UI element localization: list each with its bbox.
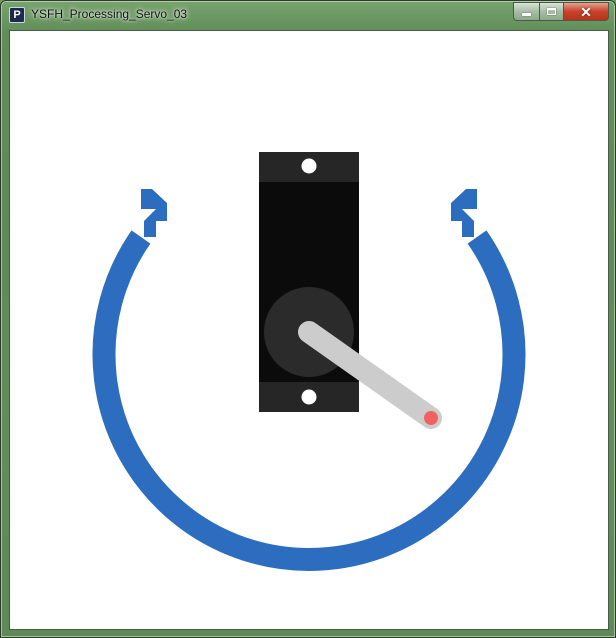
window-title: YSFH_Processing_Servo_03	[31, 7, 188, 21]
servo-top-mount-hole	[301, 158, 317, 174]
close-icon: ✕	[580, 3, 592, 20]
app-window: P YSFH_Processing_Servo_03 ✕	[0, 0, 616, 638]
minimize-button[interactable]	[513, 2, 539, 21]
servo-horn-tip[interactable]	[424, 411, 438, 425]
window-controls: ✕	[513, 2, 609, 21]
sketch-canvas[interactable]	[10, 31, 608, 629]
sketch-canvas-area[interactable]	[9, 30, 609, 630]
servo-bottom-mount-hole	[301, 389, 317, 405]
processing-app-icon[interactable]: P	[9, 7, 25, 23]
title-bar[interactable]: P YSFH_Processing_Servo_03 ✕	[1, 1, 615, 29]
maximize-button[interactable]	[539, 2, 564, 21]
close-button[interactable]: ✕	[564, 2, 609, 21]
maximize-icon	[547, 8, 556, 15]
minimize-icon	[522, 13, 531, 16]
